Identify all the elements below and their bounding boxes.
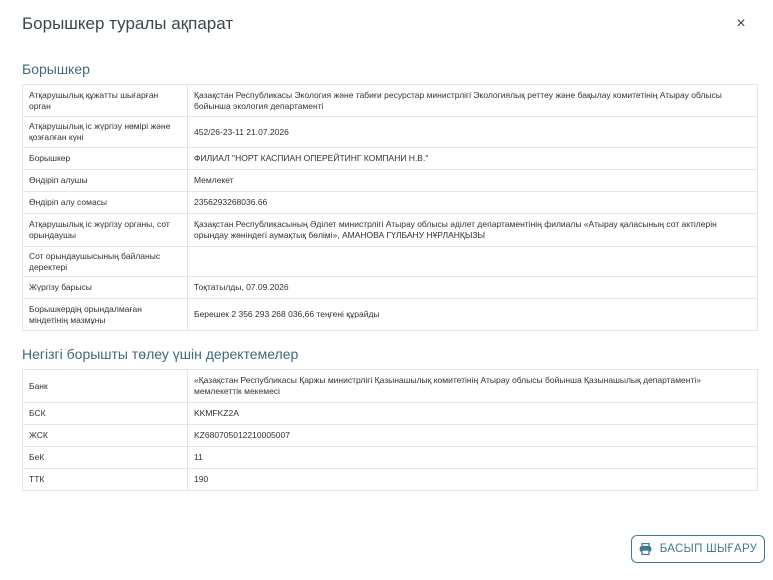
row-value: Қазақстан Республикасы Экология және таб… <box>187 84 758 117</box>
debtor-section-title: Борышкер <box>22 61 90 77</box>
table-row: Сот орындаушысының байланыс деректері <box>22 246 758 277</box>
row-label: Өндіріп алу сомасы <box>22 191 188 214</box>
row-label: Атқарушылық құжатты шығарған орган <box>22 84 188 117</box>
row-value: 2356293268036.66 <box>187 191 758 214</box>
row-value: 190 <box>187 468 758 491</box>
table-row: Өндіріп алушы Мемлекет <box>22 169 758 192</box>
payment-section-title: Негізгі борышты төлеу үшін деректемелер <box>22 346 299 362</box>
debtor-info-modal: Борышкер туралы ақпарат × Борышкер Атқар… <box>0 0 773 580</box>
print-button[interactable]: БАСЫП ШЫҒАРУ <box>631 535 765 563</box>
printer-icon <box>639 543 652 555</box>
table-row: Атқарушылық іс жүргізу нөмірі және қозға… <box>22 116 758 148</box>
row-label: Борышкер <box>22 147 188 170</box>
table-row: ТТК 190 <box>22 468 758 491</box>
table-row: Борышкер ФИЛИАЛ "НОРТ КАСПИАН ОПЕРЕЙТИНГ … <box>22 147 758 170</box>
row-value <box>187 246 758 277</box>
row-label: Сот орындаушысының байланыс деректері <box>22 246 188 277</box>
row-label: Өндіріп алушы <box>22 169 188 192</box>
debtor-table: Атқарушылық құжатты шығарған орган Қазақс… <box>22 84 758 331</box>
row-value: Берешек 2 356 293 268 036,66 теңгені құр… <box>187 298 758 331</box>
row-label: Борышкердің орындалмаған міндетінің мазм… <box>22 298 188 331</box>
table-row: БеК 11 <box>22 446 758 469</box>
row-value: Мемлекет <box>187 169 758 192</box>
row-value: ФИЛИАЛ "НОРТ КАСПИАН ОПЕРЕЙТИНГ КОМПАНИ … <box>187 147 758 170</box>
print-button-label: БАСЫП ШЫҒАРУ <box>659 543 758 555</box>
table-row: Атқарушылық іс жүргізу органы, сот орынд… <box>22 213 758 247</box>
payment-details-table: Банк «Қазақстан Республикасы Қаржы минист… <box>22 369 758 491</box>
close-icon[interactable]: × <box>732 15 750 33</box>
row-value: 452/26-23-11 21.07.2026 <box>187 116 758 148</box>
row-label: ТТК <box>22 468 188 491</box>
table-row: Жүргізу барысы Тоқтатылды, 07.09.2026 <box>22 276 758 299</box>
table-row: Борышкердің орындалмаған міндетінің мазм… <box>22 298 758 331</box>
modal-title: Борышкер туралы ақпарат <box>22 14 234 33</box>
table-row: ЖСК KZ680705012210005007 <box>22 424 758 447</box>
table-row: Атқарушылық құжатты шығарған орган Қазақс… <box>22 84 758 117</box>
row-value: «Қазақстан Республикасы Қаржы министрліг… <box>187 369 758 403</box>
row-label: ЖСК <box>22 424 188 447</box>
row-label: БеК <box>22 446 188 469</box>
table-row: Өндіріп алу сомасы 2356293268036.66 <box>22 191 758 214</box>
row-label: Атқарушылық іс жүргізу нөмірі және қозға… <box>22 116 188 148</box>
row-value: KKMFKZ2A <box>187 402 758 425</box>
table-row: БСК KKMFKZ2A <box>22 402 758 425</box>
row-value: Қазақстан Республикасының Әділет министр… <box>187 213 758 247</box>
row-label: Атқарушылық іс жүргізу органы, сот орынд… <box>22 213 188 247</box>
row-value: 11 <box>187 446 758 469</box>
table-row: Банк «Қазақстан Республикасы Қаржы минист… <box>22 369 758 403</box>
row-label: Жүргізу барысы <box>22 276 188 299</box>
row-value: Тоқтатылды, 07.09.2026 <box>187 276 758 299</box>
row-value: KZ680705012210005007 <box>187 424 758 447</box>
row-label: Банк <box>22 369 188 403</box>
row-label: БСК <box>22 402 188 425</box>
